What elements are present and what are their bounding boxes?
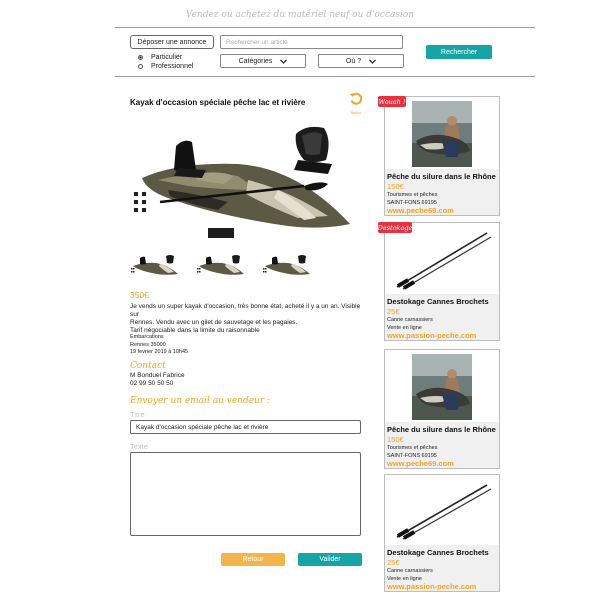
card-details: Tourismes et pêches SAINT-FONS 69195 [387, 444, 437, 460]
listing-location: Rennes 35000 [130, 341, 166, 348]
location-select[interactable]: Où ? [318, 54, 404, 68]
chevron-down-icon [369, 58, 377, 64]
sidebar-ad-card[interactable]: Pêche du silure dans le Rhône 150€ Touri… [384, 349, 500, 469]
card-title: Destokage Cannes Brochets [387, 548, 489, 557]
radio-unchecked-icon [138, 64, 143, 69]
description-line: Rennes. Vendu avec un gilet de sauvetage… [130, 319, 298, 326]
listing-category: Embarcations [130, 334, 164, 340]
refresh-back-icon [349, 92, 363, 105]
chevron-down-icon [280, 58, 288, 64]
text-field-textarea[interactable] [130, 452, 361, 536]
listing-meta: Embarcations Rennes 35000 19 fevrier 201… [130, 334, 188, 357]
card-price: 150€ [387, 435, 404, 444]
card-price: 25€ [387, 307, 400, 316]
listing-price: 350€ [130, 290, 149, 300]
sidebar-ad-card[interactable]: Pêche du silure dans le Rhône 150€ Touri… [384, 96, 500, 216]
listing-main-image [134, 126, 350, 238]
fishing-rod-image [396, 484, 492, 540]
card-line: Canne carnassiers [387, 317, 433, 323]
location-select-label: Où ? [345, 57, 362, 65]
search-button[interactable]: Rechercher [426, 45, 492, 59]
seller-name: M Bonduel Fabrice [130, 372, 185, 379]
card-price: 150€ [387, 182, 404, 191]
catfish-photo-image [412, 101, 472, 167]
listing-thumbnail-3[interactable] [262, 254, 312, 278]
listing-date: 19 fevrier 2019 à 10h45 [130, 349, 189, 355]
category-select[interactable]: Catégories [220, 54, 306, 68]
title-field-input[interactable]: Kayak d'occasion spéciale pêche lac et r… [130, 420, 361, 434]
fishing-rod-image [396, 232, 492, 290]
card-details: Tourismes et pêches SAINT-FONS 69195 [387, 191, 437, 207]
card-title: Pêche du silure dans le Rhône [387, 425, 496, 434]
card-title: Pêche du silure dans le Rhône [387, 172, 496, 181]
back-link-label: Retour [350, 111, 362, 115]
card-badge: Destokage [377, 222, 413, 233]
card-line: Tourismes et pêches [387, 192, 438, 198]
card-line: Tourismes et pêches [387, 445, 438, 451]
listing-thumbnail-2[interactable] [196, 254, 246, 278]
card-details: Canne carnassiers Vente en ligne [387, 567, 433, 583]
radio-checked-icon [138, 55, 143, 60]
site-tagline: Vendez ou achetez du matériel neuf ou d'… [185, 10, 415, 20]
seller-info: M Bonduel Fabrice 02 99 50 50 50 [130, 372, 185, 388]
listing-thumbnail-1[interactable] [130, 254, 180, 278]
card-price: 25€ [387, 558, 400, 567]
contact-heading: Contact [130, 361, 166, 371]
back-button[interactable]: Retour [221, 553, 285, 566]
radio-particulier[interactable]: Particulier [138, 54, 182, 61]
card-url-link[interactable]: www.passion-peche.com [387, 582, 476, 591]
seller-phone: 02 99 50 50 50 [130, 380, 174, 387]
card-url-link[interactable]: www.peche69.com [387, 459, 454, 468]
sidebar-ad-card[interactable]: Destokage Cannes Brochets 25€ Canne carn… [384, 474, 500, 592]
card-details: Canne carnassiers Vente en ligne [387, 316, 433, 332]
radio-label-particulier: Particulier [151, 54, 183, 61]
description-line: Je vends un super kayak d'occasion, très… [130, 303, 361, 318]
email-form-heading: Envoyer un email au vendeur : [130, 396, 271, 406]
card-badge: Wouah ! [378, 96, 406, 107]
catfish-photo-image [412, 354, 472, 420]
listing-description: Je vends un super kayak d'occasion, très… [130, 303, 365, 335]
sidebar-ad-card[interactable]: Destokage Cannes Brochets 25€ Canne carn… [384, 222, 500, 341]
card-line: Canne carnassiers [387, 568, 433, 574]
header-divider-bottom [115, 76, 535, 77]
text-field-label: Texte [130, 442, 148, 451]
radio-label-professionnel: Professionnel [151, 63, 194, 70]
post-ad-button[interactable]: Déposer une annonce [130, 35, 214, 49]
submit-button[interactable]: Valider [298, 553, 362, 566]
back-link[interactable]: Retour [346, 92, 366, 115]
card-url-link[interactable]: www.peche69.com [387, 206, 454, 215]
title-field-label: Titre [130, 410, 145, 419]
search-input[interactable]: Rechercher un article [220, 35, 403, 49]
card-url-link[interactable]: www.passion-peche.com [387, 331, 476, 340]
listing-title: Kayak d'occasion spéciale pêche lac et r… [130, 98, 306, 107]
category-select-label: Catégories [238, 57, 273, 65]
radio-professionnel[interactable]: Professionnel [138, 63, 193, 70]
card-title: Destokage Cannes Brochets [387, 297, 489, 306]
header-divider-top [115, 27, 535, 28]
